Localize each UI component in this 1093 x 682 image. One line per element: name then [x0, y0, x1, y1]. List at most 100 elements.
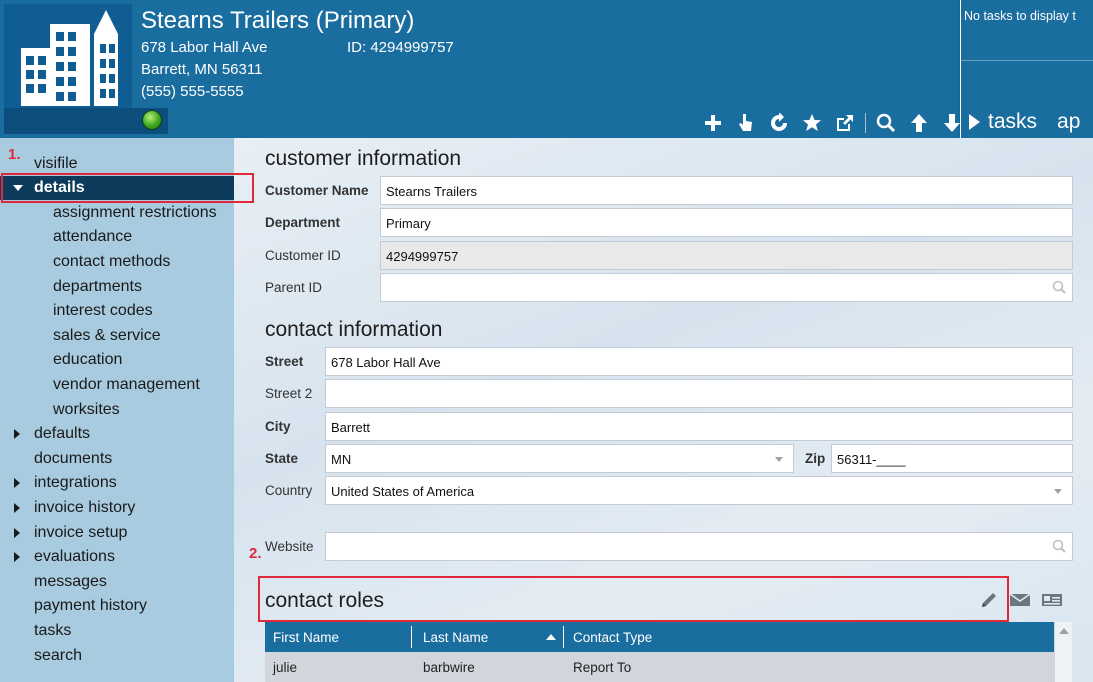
- tasks-divider: [961, 60, 1093, 61]
- search-icon[interactable]: [1052, 539, 1066, 556]
- sidebar-item-label: visifile: [34, 155, 78, 172]
- plus-icon[interactable]: [700, 110, 726, 136]
- sidebar-item-tasks[interactable]: tasks: [0, 619, 234, 643]
- sort-ascending-icon[interactable]: [546, 634, 556, 640]
- search-icon[interactable]: [873, 110, 899, 136]
- address-line-2: Barrett, MN 56311: [141, 61, 263, 78]
- cell-contact-type: Report To: [573, 660, 632, 675]
- sidebar-item-worksites[interactable]: worksites: [0, 398, 234, 422]
- state-label: State: [265, 451, 299, 466]
- customer-name-field[interactable]: Stearns Trailers: [380, 176, 1073, 205]
- sidebar-item-search[interactable]: search: [0, 644, 234, 668]
- sidebar-item-defaults[interactable]: defaults: [0, 422, 234, 446]
- city-field[interactable]: Barrett: [325, 412, 1073, 441]
- column-header-first-name[interactable]: First Name: [273, 630, 339, 645]
- envelope-icon[interactable]: [1009, 592, 1031, 613]
- tasks-empty-message: No tasks to display t: [964, 9, 1076, 23]
- sidebar-item-label: defaults: [34, 425, 91, 442]
- chevron-down-icon: [1054, 489, 1062, 494]
- sidebar-item-assignment-restrictions[interactable]: assignment restrictions: [0, 201, 234, 225]
- expand-arrow-icon: [14, 478, 20, 488]
- sidebar-item-sales-service[interactable]: sales & service: [0, 324, 234, 348]
- expand-arrow-icon: [969, 114, 980, 130]
- state-select[interactable]: MN: [325, 444, 794, 473]
- expand-arrow-icon: [14, 503, 20, 513]
- sidebar-item-invoice-history[interactable]: invoice history: [0, 496, 234, 520]
- sidebar-item-label: contact methods: [53, 253, 171, 270]
- status-indicator: [142, 110, 162, 130]
- header-bar: Stearns Trailers (Primary) 678 Labor Hal…: [0, 0, 1093, 138]
- sidebar-item-interest-codes[interactable]: interest codes: [0, 299, 234, 323]
- sidebar-item-label: assignment restrictions: [53, 204, 217, 221]
- parent-id-field[interactable]: [380, 273, 1073, 302]
- annotation-step-2: 2.: [249, 545, 262, 562]
- column-divider[interactable]: [411, 626, 412, 648]
- zip-label: Zip: [805, 451, 826, 466]
- tasks-panel: No tasks to display t tasks ap: [960, 0, 1093, 138]
- cell-last-name: barbwire: [423, 660, 475, 675]
- search-icon[interactable]: [1052, 280, 1066, 297]
- sidebar-item-invoice-setup[interactable]: invoice setup: [0, 521, 234, 545]
- sidebar-item-documents[interactable]: documents: [0, 447, 234, 471]
- sidebar-nav: visifile details assignment restrictions…: [0, 138, 234, 682]
- chevron-down-icon: [775, 457, 783, 462]
- city-label: City: [265, 419, 291, 434]
- website-label: Website: [265, 539, 314, 554]
- annotation-box-contact-roles: [258, 576, 1009, 622]
- sidebar-item-payment-history[interactable]: payment history: [0, 594, 234, 618]
- id-card-icon[interactable]: [1041, 592, 1063, 613]
- table-scrollbar[interactable]: [1054, 622, 1072, 682]
- external-link-icon[interactable]: [832, 110, 858, 136]
- sidebar-item-integrations[interactable]: integrations: [0, 471, 234, 495]
- toolbar-divider: [865, 113, 866, 133]
- customer-header: Stearns Trailers (Primary) 678 Labor Hal…: [0, 0, 960, 138]
- sidebar-item-label: search: [34, 647, 83, 664]
- website-field[interactable]: [325, 532, 1073, 561]
- street-field[interactable]: 678 Labor Hall Ave: [325, 347, 1073, 376]
- country-select[interactable]: United States of America: [325, 476, 1073, 505]
- apps-tab-label[interactable]: ap: [1057, 110, 1080, 134]
- country-value: United States of America: [331, 484, 475, 499]
- street-label: Street: [265, 354, 304, 369]
- sidebar-item-label: vendor management: [53, 376, 200, 393]
- sidebar-item-label: payment history: [34, 597, 147, 614]
- pointer-icon[interactable]: [733, 110, 759, 136]
- sidebar-item-attendance[interactable]: attendance: [0, 225, 234, 249]
- address-line-1: 678 Labor Hall Ave: [141, 39, 268, 56]
- customer-name-label: Customer Name: [265, 183, 369, 198]
- expand-arrow-icon: [14, 429, 20, 439]
- customer-id-field: 4294999757: [380, 241, 1073, 270]
- column-header-contact-type[interactable]: Contact Type: [573, 630, 652, 645]
- department-field[interactable]: Primary: [380, 208, 1073, 237]
- department-label: Department: [265, 215, 341, 230]
- sidebar-item-contact-methods[interactable]: contact methods: [0, 250, 234, 274]
- column-header-last-name[interactable]: Last Name: [423, 630, 488, 645]
- zip-field[interactable]: 56311-____: [831, 444, 1073, 473]
- annotation-box-details: [1, 173, 254, 203]
- sidebar-item-label: evaluations: [34, 548, 115, 565]
- arrow-up-icon[interactable]: [906, 110, 932, 136]
- sidebar-item-messages[interactable]: messages: [0, 570, 234, 594]
- sidebar-item-label: sales & service: [53, 327, 161, 344]
- sidebar-item-vendor-management[interactable]: vendor management: [0, 373, 234, 397]
- customer-info-heading: customer information: [265, 147, 462, 170]
- annotation-step-1: 1.: [8, 146, 21, 163]
- star-icon[interactable]: [799, 110, 825, 136]
- customer-id-text: ID: 4294999757: [347, 39, 454, 56]
- sidebar-item-evaluations[interactable]: evaluations: [0, 545, 234, 569]
- sidebar-item-label: education: [53, 351, 123, 368]
- table-row[interactable]: julie barbwire Report To: [265, 652, 1054, 682]
- cell-first-name: julie: [273, 660, 298, 675]
- tasks-toggle[interactable]: tasks ap: [969, 110, 1080, 134]
- sidebar-item-label: documents: [34, 450, 113, 467]
- sidebar-item-label: tasks: [34, 622, 72, 639]
- table-header: First Name Last Name Contact Type: [265, 622, 1054, 652]
- refresh-icon[interactable]: [766, 110, 792, 136]
- sidebar-item-label: invoice history: [34, 499, 136, 516]
- sidebar-item-departments[interactable]: departments: [0, 275, 234, 299]
- scroll-up-icon[interactable]: [1059, 628, 1069, 634]
- street2-field[interactable]: [325, 379, 1073, 408]
- tasks-tab-label[interactable]: tasks: [988, 110, 1037, 134]
- sidebar-item-education[interactable]: education: [0, 348, 234, 372]
- column-divider[interactable]: [563, 626, 564, 648]
